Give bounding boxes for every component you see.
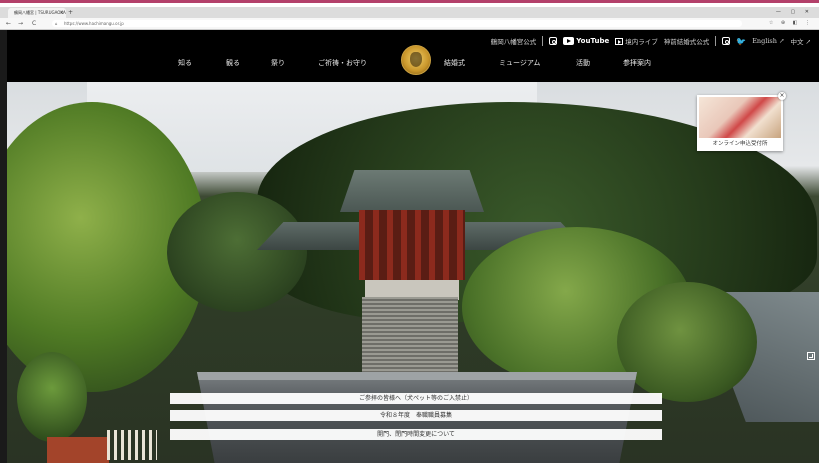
instagram-icon[interactable] [549, 37, 558, 45]
official-link[interactable]: 鶴岡八幡宮公式 [491, 36, 537, 46]
tree [617, 282, 757, 402]
live-link[interactable]: 境内ライブ [615, 36, 658, 46]
banner-image [699, 97, 781, 138]
notice-item[interactable]: 令和８年度 奉職職員募集 [170, 410, 662, 421]
youtube-link[interactable]: YouTube [563, 37, 609, 45]
nav-item-view[interactable]: 観る [226, 58, 240, 68]
chinese-link[interactable]: 中文 ↗ [790, 36, 811, 46]
play-icon [615, 37, 624, 45]
accent-bar [0, 0, 819, 3]
tab-close-icon[interactable]: × [60, 8, 64, 18]
live-label: 境内ライブ [625, 38, 658, 46]
shrine-crest-logo[interactable] [401, 45, 431, 75]
top-links: 鶴岡八幡宮公式 YouTube 境内ライブ 神前結婚式公式 🐦 English … [491, 34, 811, 48]
window-controls[interactable]: — ▢ ✕ [776, 7, 813, 18]
site-viewport: 鶴岡八幡宮公式 YouTube 境内ライブ 神前結婚式公式 🐦 English … [7, 30, 819, 463]
tree [17, 352, 87, 442]
nav-item-museum[interactable]: ミュージアム [499, 58, 540, 68]
english-link[interactable]: English ↗ [752, 37, 784, 45]
fullscreen-icon[interactable] [807, 352, 815, 360]
instagram-icon[interactable] [722, 37, 731, 45]
close-icon[interactable]: × [778, 92, 786, 100]
online-application-banner[interactable]: オンライン申込受付所 × [697, 92, 786, 151]
divider [542, 36, 544, 46]
shrine-gate [359, 210, 465, 280]
nav-item-know[interactable]: 知る [178, 58, 192, 68]
reload-button[interactable]: C [32, 18, 36, 29]
youtube-label: YouTube [576, 37, 610, 45]
tab-title: 鶴岡八幡宮 | TSURUGAOKA [14, 10, 66, 15]
address-bar[interactable]: ⌂ https://www.hachimangu.or.jp [52, 20, 742, 27]
divider [715, 36, 717, 46]
tree [167, 192, 307, 312]
page-top-strip [0, 0, 819, 7]
nav-item-visit[interactable]: 参拝案内 [623, 58, 651, 68]
forward-button[interactable]: → [18, 18, 23, 29]
nav-item-wedding[interactable]: 結婚式 [444, 58, 465, 68]
wedding-official-link[interactable]: 神前結婚式公式 [664, 36, 710, 46]
browser-tab[interactable]: 鶴岡八幡宮 | TSURUGAOKA × [8, 8, 66, 18]
notice-item[interactable]: ご参拝の皆様へ（犬ペット等のご入禁止） [170, 393, 662, 404]
banner-label: オンライン申込受付所 [712, 141, 768, 147]
browser-titlebar: 鶴岡八幡宮 | TSURUGAOKA × + — ▢ ✕ [0, 7, 819, 18]
nav-item-activity[interactable]: 活動 [576, 58, 590, 68]
url-text: https://www.hachimangu.or.jp [64, 21, 124, 26]
nav-item-festival[interactable]: 祭り [271, 58, 285, 68]
youtube-icon [563, 37, 575, 45]
hero-image: オンライン申込受付所 × ご参拝の皆様へ（犬ペット等のご入禁止） 令和８年度 奉… [7, 82, 819, 463]
red-fence [47, 437, 109, 463]
new-tab-button[interactable]: + [68, 8, 73, 18]
twitter-icon[interactable]: 🐦 [736, 37, 746, 46]
white-fence [107, 430, 157, 460]
notice-item[interactable]: 開門、閉門時間変更について [170, 429, 662, 440]
shrine-roof [340, 170, 484, 212]
browser-toolbar: ← → C ⌂ https://www.hachimangu.or.jp ☆ ⊕… [0, 18, 819, 30]
site-info-icon[interactable]: ⌂ [55, 20, 58, 27]
nav-item-prayer[interactable]: ご祈祷・お守り [318, 58, 367, 68]
back-button[interactable]: ← [6, 18, 11, 29]
toolbar-icons[interactable]: ☆ ⊕ ◧ ⋮ [769, 18, 813, 29]
